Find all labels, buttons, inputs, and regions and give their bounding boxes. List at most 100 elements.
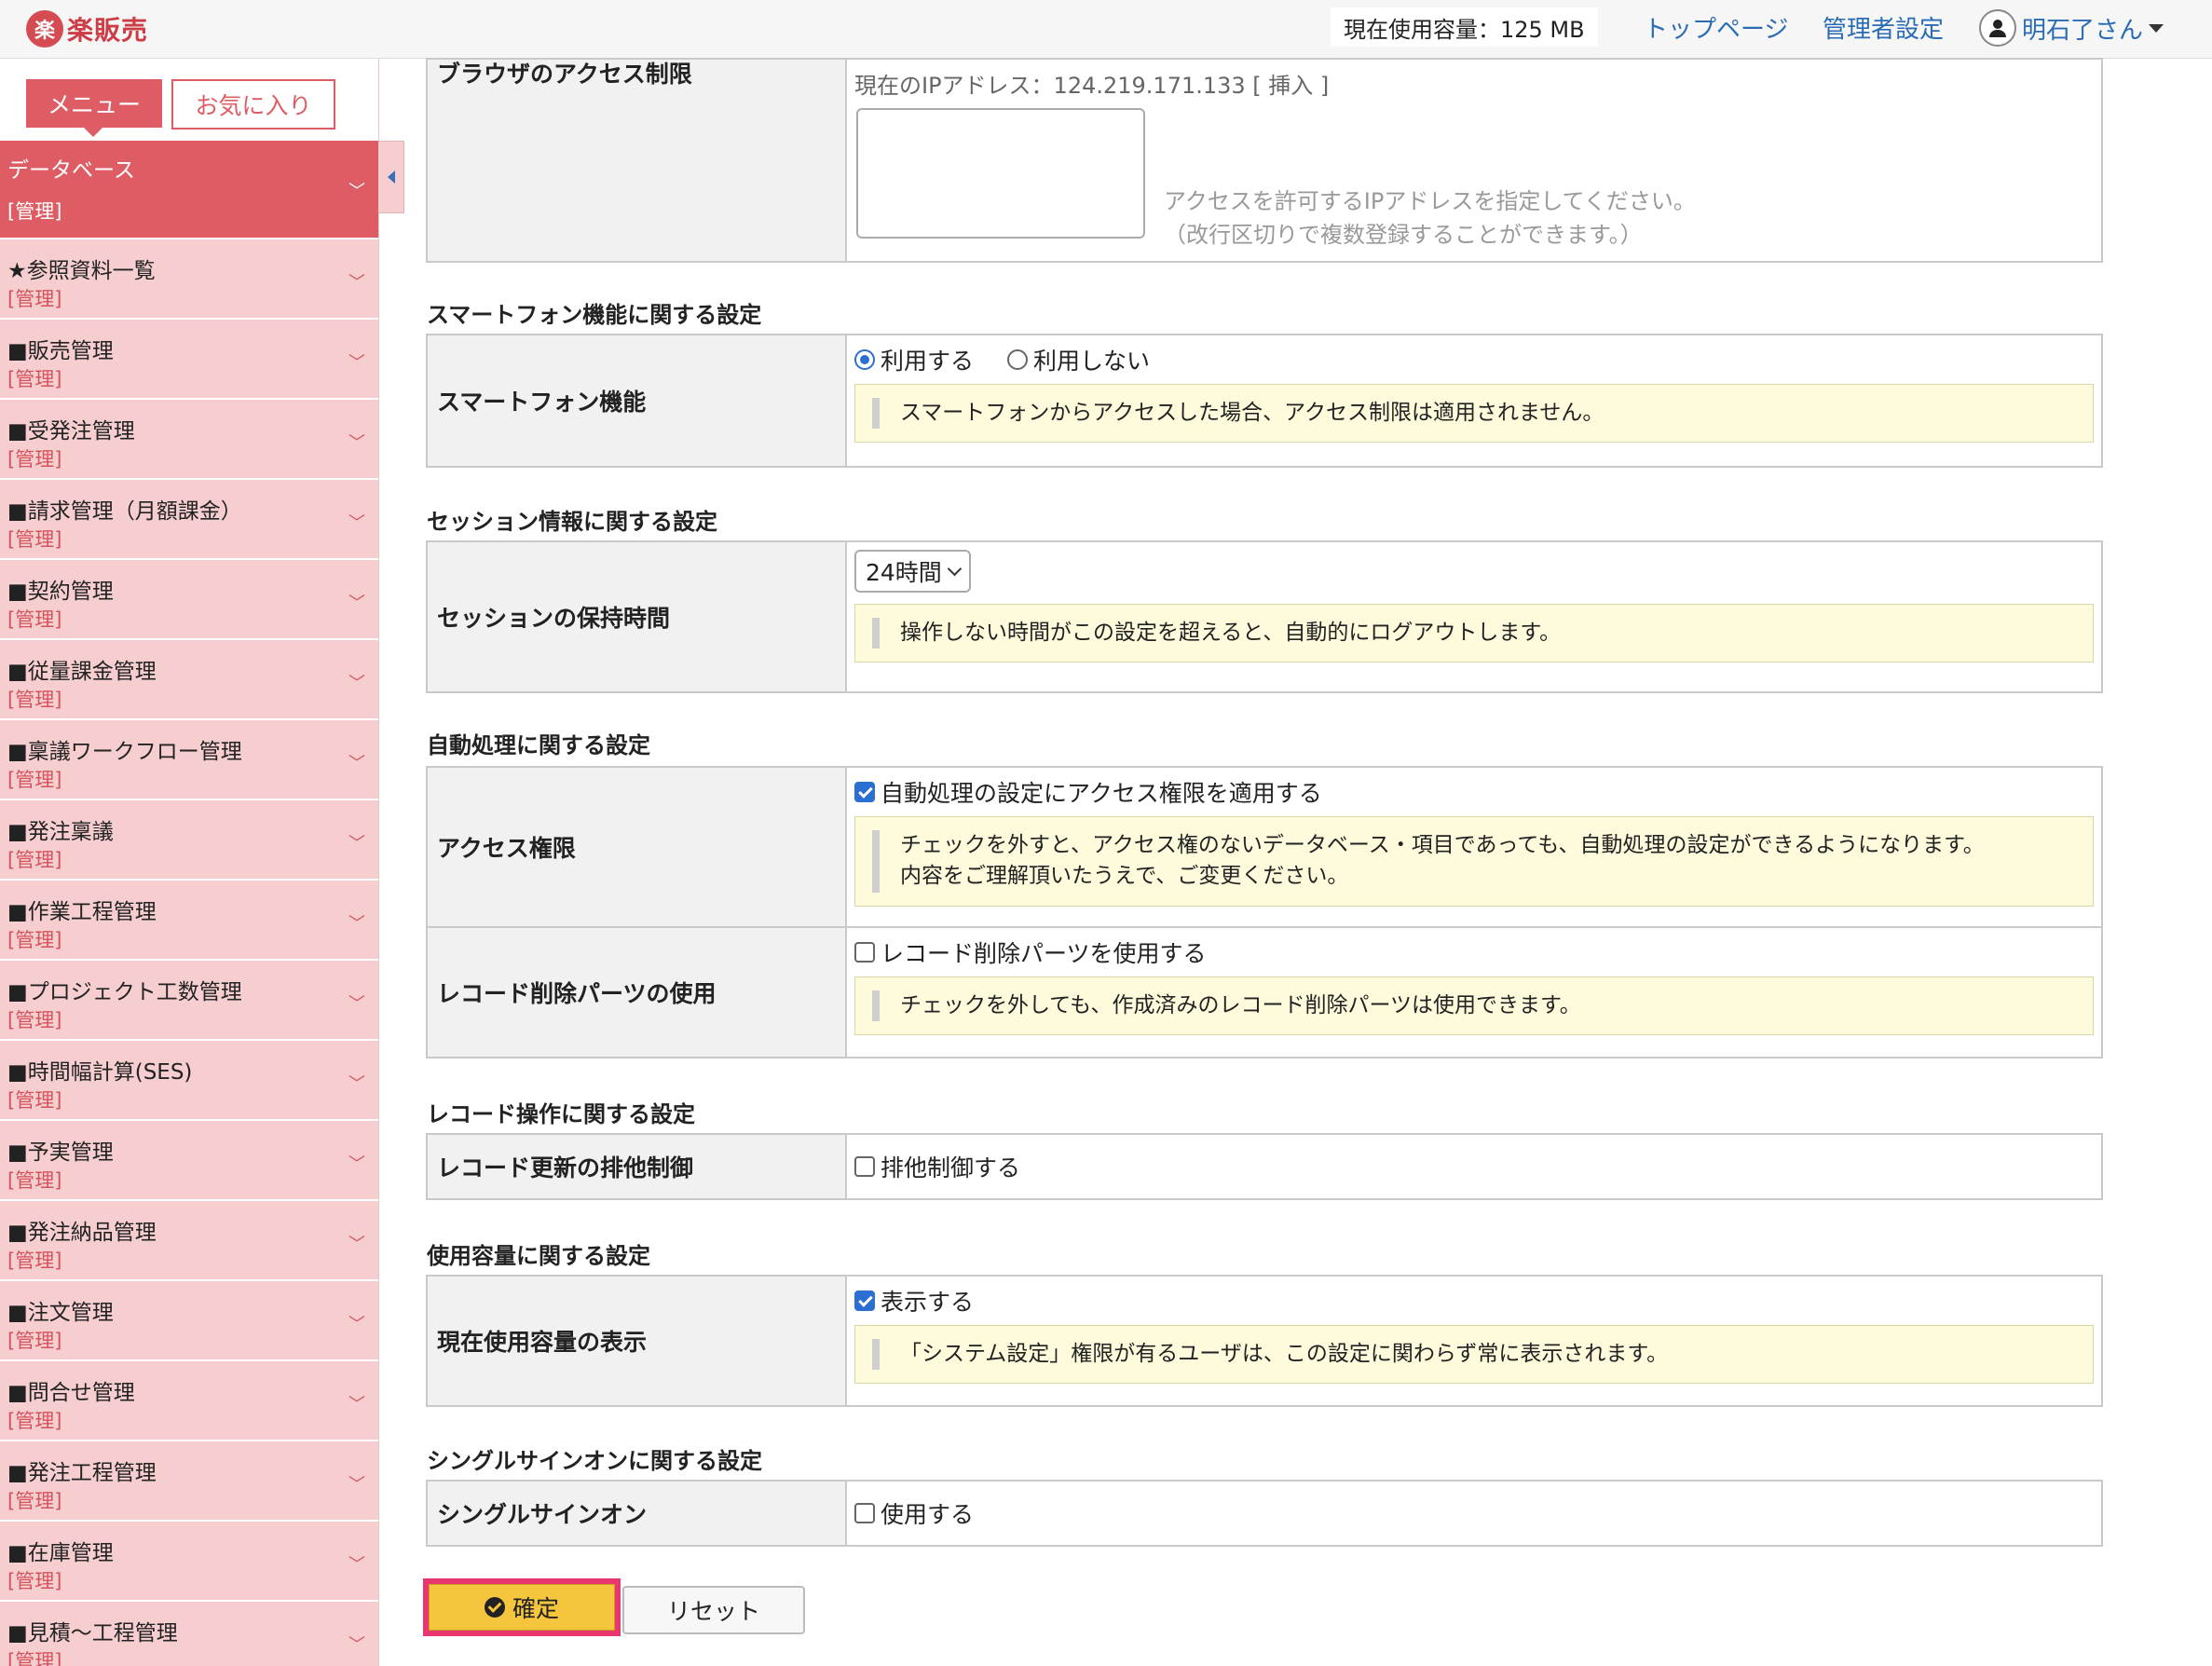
- sidebar-item-admin-tag: [管理]: [7, 368, 62, 390]
- capacity-label: 現在使用容量の表示: [426, 1275, 847, 1407]
- sidebar-item-sales[interactable]: ■販売管理 [管理] ﹀: [0, 320, 378, 400]
- sidebar-item-label: ★参照資料一覧: [7, 259, 156, 283]
- sidebar-item-admin-tag: [管理]: [7, 1089, 62, 1112]
- sidebar-item-admin-tag: [管理]: [7, 769, 62, 791]
- note-bar: [872, 990, 880, 1022]
- note-bar: [872, 618, 880, 649]
- section-title-record: レコード操作に関する設定: [427, 1101, 695, 1127]
- sidebar-item-ses[interactable]: ■時間幅計算(SES) [管理] ﹀: [0, 1041, 378, 1121]
- usage-indicator: 現在使用容量：125 MB: [1331, 7, 1598, 47]
- sidebar-item-label: ■時間幅計算(SES): [7, 1060, 193, 1085]
- sso-checkbox[interactable]: [854, 1503, 875, 1523]
- sso-value: 使用する: [845, 1480, 2103, 1547]
- tab-favorites[interactable]: お気に入り: [171, 79, 335, 130]
- smartphone-value: 利用する 利用しない スマートフォンからアクセスした場合、アクセス制限は適用され…: [845, 334, 2103, 468]
- app-logo[interactable]: 楽 楽販売: [26, 9, 148, 48]
- chevron-down-icon: ﹀: [348, 182, 365, 201]
- sidebar-item-work-process[interactable]: ■作業工程管理 [管理] ﹀: [0, 881, 378, 961]
- smartphone-nouse-option[interactable]: 利用しない: [1006, 343, 1150, 376]
- chevron-down-icon: ﹀: [348, 353, 365, 373]
- access-permission-value: 自動処理の設定にアクセス権限を適用する チェックを外すと、アクセス権のないデータ…: [845, 766, 2103, 928]
- ip-address-textarea[interactable]: [856, 108, 1145, 239]
- sidebar-collapse-button[interactable]: [378, 141, 404, 213]
- section-title-smartphone: スマートフォン機能に関する設定: [427, 302, 762, 328]
- sidebar-item-delivery[interactable]: ■発注納品管理 [管理] ﹀: [0, 1201, 378, 1281]
- sidebar-item-admin-tag: [管理]: [7, 1330, 62, 1352]
- chevron-left-icon: [387, 171, 395, 184]
- sidebar-item-po-process[interactable]: ■発注工程管理 [管理] ﹀: [0, 1441, 378, 1522]
- confirm-button[interactable]: 確定: [429, 1584, 615, 1631]
- sidebar-item-project-hours[interactable]: ■プロジェクト工数管理 [管理] ﹀: [0, 961, 378, 1041]
- record-delete-label: レコード削除パーツの使用: [426, 926, 847, 1058]
- access-note-line-1: チェックを外すと、アクセス権のないデータベース・項目であっても、自動処理の設定が…: [900, 833, 1985, 857]
- smartphone-use-option[interactable]: 利用する: [854, 343, 974, 376]
- note-bar: [872, 1339, 880, 1371]
- sidebar-item-label: ■予実管理: [7, 1140, 114, 1165]
- capacity-display-option[interactable]: 表示する: [854, 1284, 974, 1318]
- sso-option[interactable]: 使用する: [854, 1496, 974, 1530]
- ip-help-line-1: アクセスを許可するIPアドレスを指定してください。: [1164, 188, 1696, 214]
- sidebar-item-label: ■受発注管理: [7, 419, 135, 444]
- sidebar-item-inquiries[interactable]: ■問合せ管理 [管理] ﹀: [0, 1361, 378, 1441]
- reset-button-label: リセット: [666, 1598, 760, 1625]
- access-permission-option[interactable]: 自動処理の設定にアクセス権限を適用する: [854, 775, 1322, 809]
- access-note-line-2: 内容をご理解頂いたうえで、ご変更ください。: [900, 864, 1349, 889]
- sidebar-item-reference[interactable]: ★参照資料一覧 [管理] ﹀: [0, 239, 378, 320]
- chevron-down-icon: ﹀: [348, 594, 365, 613]
- record-exclusive-option[interactable]: 排他制御する: [854, 1150, 1020, 1183]
- sidebar-item-admin-tag: [管理]: [7, 288, 62, 310]
- sidebar-item-metered[interactable]: ■従量課金管理 [管理] ﹀: [0, 640, 378, 720]
- session-label: セッションの保持時間: [426, 540, 847, 693]
- tab-menu[interactable]: メニュー: [26, 79, 162, 128]
- sidebar-item-label: ■請求管理（月額課金）: [7, 499, 242, 524]
- confirm-button-highlight: 確定: [423, 1578, 621, 1636]
- check-circle-icon: [484, 1597, 505, 1618]
- capacity-display-checkbox[interactable]: [854, 1290, 875, 1311]
- sidebar-item-budget[interactable]: ■予実管理 [管理] ﹀: [0, 1121, 378, 1201]
- sidebar-item-database[interactable]: データベース [管理] ﹀: [0, 141, 378, 239]
- sidebar-item-inventory[interactable]: ■在庫管理 [管理] ﹀: [0, 1522, 378, 1602]
- access-permission-checkbox[interactable]: [854, 782, 875, 802]
- record-exclusive-checkbox[interactable]: [854, 1156, 875, 1177]
- record-exclusive-label: レコード更新の排他制御: [426, 1133, 847, 1200]
- record-exclusive-check-label: 排他制御する: [881, 1154, 1021, 1181]
- smartphone-label: スマートフォン機能: [426, 334, 847, 468]
- chevron-down-icon: ﹀: [348, 1555, 365, 1575]
- current-ip-text[interactable]: 現在のIPアドレス：124.219.171.133 [ 挿入 ]: [854, 67, 2094, 100]
- user-menu[interactable]: 明石了さん: [1979, 7, 2164, 48]
- sidebar-tabs: メニュー お気に入り: [0, 59, 378, 141]
- sso-label: シングルサインオン: [426, 1480, 847, 1547]
- smartphone-table: スマートフォン機能 利用する 利用しない スマートフォンからアクセスした場合、ア…: [426, 334, 2103, 468]
- smartphone-use-radio[interactable]: [854, 349, 875, 370]
- sidebar-item-contracts[interactable]: ■契約管理 [管理] ﹀: [0, 560, 378, 640]
- top-page-link[interactable]: トップページ: [1644, 7, 1788, 47]
- section-title-capacity: 使用容量に関する設定: [427, 1243, 650, 1269]
- reset-button[interactable]: リセット: [622, 1586, 805, 1634]
- sidebar-item-po-approval[interactable]: ■発注稟議 [管理] ﹀: [0, 800, 378, 881]
- record-delete-option[interactable]: レコード削除パーツを使用する: [854, 935, 1207, 969]
- admin-settings-link[interactable]: 管理者設定: [1823, 7, 1944, 47]
- sidebar-item-admin-tag: [管理]: [7, 1570, 62, 1592]
- capacity-display-check-label: 表示する: [881, 1289, 975, 1316]
- session-duration-select[interactable]: 24時間: [854, 550, 971, 593]
- sidebar-item-order-mgmt[interactable]: ■注文管理 [管理] ﹀: [0, 1281, 378, 1361]
- chevron-down-icon: ﹀: [348, 1315, 365, 1334]
- sidebar-item-billing[interactable]: ■請求管理（月額課金） [管理] ﹀: [0, 480, 378, 560]
- sidebar-item-label: ■在庫管理: [7, 1541, 114, 1565]
- top-header: 楽 楽販売 現在使用容量：125 MB トップページ 管理者設定 明石了さん: [0, 0, 2212, 59]
- smartphone-use-label: 利用する: [881, 348, 975, 375]
- browser-access-value: 現在のIPアドレス：124.219.171.133 [ 挿入 ] アクセスを許可…: [845, 58, 2103, 263]
- sidebar-item-estimate[interactable]: ■見積〜工程管理 [管理] ﹀: [0, 1602, 378, 1666]
- record-delete-checkbox[interactable]: [854, 942, 875, 963]
- access-permission-note: チェックを外すと、アクセス権のないデータベース・項目であっても、自動処理の設定が…: [854, 816, 2094, 907]
- record-exclusive-value: 排他制御する: [845, 1133, 2103, 1200]
- sidebar-item-orders[interactable]: ■受発注管理 [管理] ﹀: [0, 400, 378, 480]
- chevron-down-icon: ﹀: [348, 914, 365, 934]
- sidebar-item-workflow[interactable]: ■稟議ワークフロー管理 [管理] ﹀: [0, 720, 378, 800]
- chevron-down-icon: ﹀: [348, 273, 365, 293]
- smartphone-nouse-radio[interactable]: [1006, 349, 1028, 370]
- chevron-down-icon: [947, 561, 963, 576]
- chevron-down-icon: ﹀: [348, 834, 365, 853]
- smartphone-nouse-label: 利用しない: [1032, 348, 1150, 375]
- access-permission-label: アクセス権限: [426, 766, 847, 928]
